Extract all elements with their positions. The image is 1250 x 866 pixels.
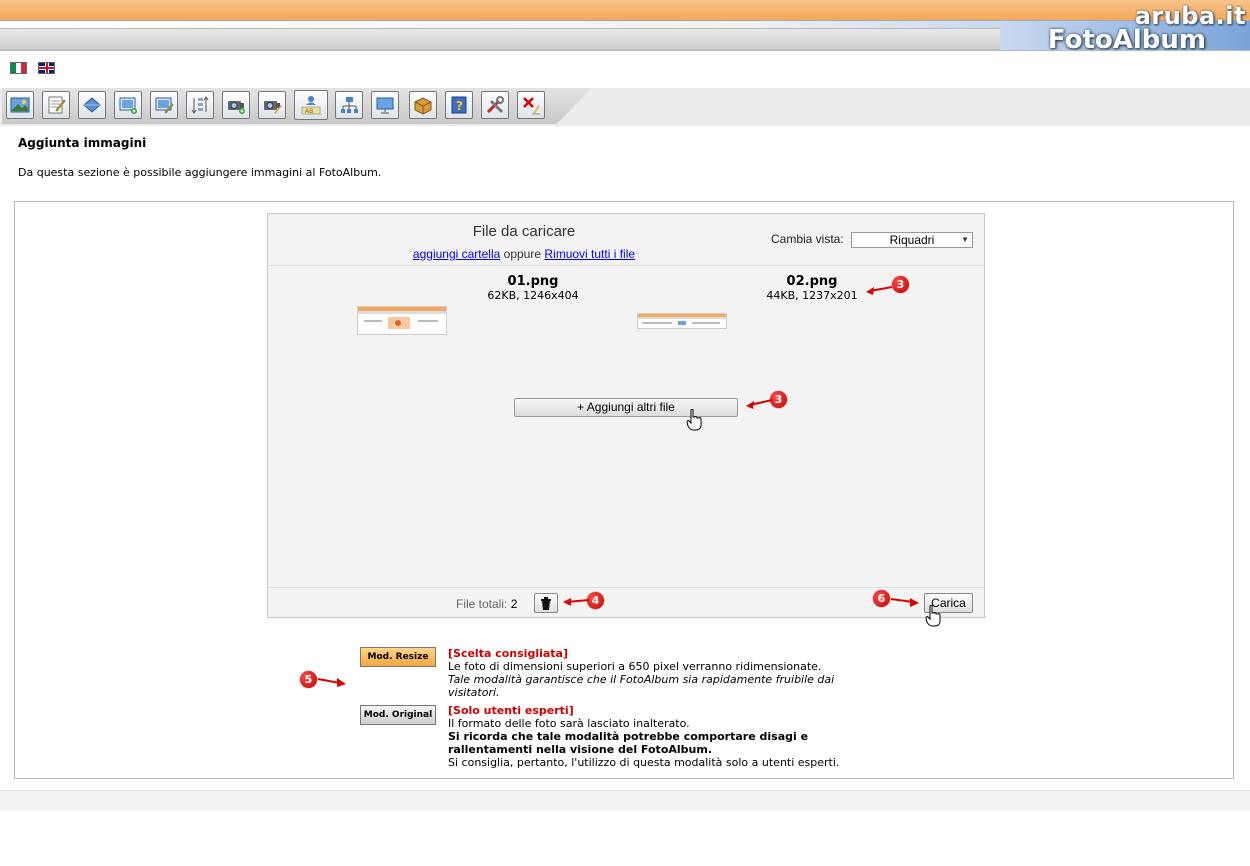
callout-badge: 3 xyxy=(892,276,909,293)
or-text: oppure xyxy=(500,247,545,261)
image-edit-icon[interactable] xyxy=(150,91,178,119)
monitor-icon[interactable] xyxy=(371,91,399,119)
view-select-value: Riquadri xyxy=(889,233,935,247)
delete-icon[interactable] xyxy=(517,91,545,119)
mode-original-button[interactable]: Mod. Original xyxy=(360,705,436,725)
mode-original-line1: Il formato delle foto sarà lasciato inal… xyxy=(448,717,690,730)
mode-original-line2: Si ricorda che tale modalità potrebbe co… xyxy=(448,730,809,756)
camera-add-icon[interactable] xyxy=(222,91,250,119)
mode-original-description: [Solo utenti esperti] Il formato delle f… xyxy=(448,704,868,769)
callout-arrow-icon xyxy=(317,678,346,687)
package-icon[interactable] xyxy=(409,91,437,119)
trash-icon xyxy=(541,596,551,610)
mode-resize-heading: [Scelta consigliata] xyxy=(448,647,568,660)
diamond-icon[interactable] xyxy=(78,91,106,119)
callout-arrow-icon xyxy=(866,286,893,295)
svg-text:?: ? xyxy=(456,99,463,113)
file-uploader: File da caricare aggiungi cartella oppur… xyxy=(267,213,985,618)
file-meta: 62KB, 1246x404 xyxy=(487,289,579,302)
page-title: Aggiunta immagini xyxy=(18,136,147,150)
callout-badge: 5 xyxy=(300,671,317,688)
camera-edit-icon[interactable] xyxy=(258,91,286,119)
view-label: Cambia vista: xyxy=(771,232,844,246)
file-thumbnail[interactable] xyxy=(357,306,447,335)
network-icon[interactable] xyxy=(335,91,363,119)
remove-all-link[interactable]: Rimuovi tutti i file xyxy=(544,247,635,261)
uploader-links: aggiungi cartella oppure Rimuovi tutti i… xyxy=(268,247,780,261)
mode-resize-button[interactable]: Mod. Resize xyxy=(360,647,436,667)
callout-badge: 6 xyxy=(873,590,890,607)
sort-icon[interactable] xyxy=(186,91,214,119)
uploader-header: File da caricare aggiungi cartella oppur… xyxy=(268,214,984,266)
view-select[interactable]: Riquadri ▼ xyxy=(851,232,973,248)
mode-original-line3: Si consiglia, pertanto, l'utilizzo di qu… xyxy=(448,756,840,769)
tools-icon[interactable] xyxy=(481,91,509,119)
header-divider xyxy=(0,50,1250,51)
mode-resize-line1: Le foto di dimensioni superiori a 650 pi… xyxy=(448,660,822,673)
total-files: File totali: 2 xyxy=(456,597,517,611)
total-files-label: File totali: xyxy=(456,597,508,611)
chevron-down-icon: ▼ xyxy=(961,235,969,244)
mode-original-heading: [Solo utenti esperti] xyxy=(448,704,574,717)
trash-button[interactable] xyxy=(534,593,558,613)
mode-resize-description: [Scelta consigliata] Le foto di dimensio… xyxy=(448,647,868,699)
file-item[interactable]: 01.png 62KB, 1246x404 xyxy=(433,274,633,302)
notepad-icon[interactable] xyxy=(42,91,70,119)
header-band xyxy=(0,28,1000,50)
italian-flag-icon[interactable] xyxy=(10,62,27,74)
help-icon[interactable]: ? xyxy=(445,91,473,119)
total-files-count: 2 xyxy=(510,597,518,611)
hand-cursor-icon xyxy=(686,409,702,431)
file-thumbnail[interactable] xyxy=(637,313,727,329)
page-description: Da questa sezione è possibile aggiungere… xyxy=(18,166,382,179)
hand-cursor-icon xyxy=(925,605,941,627)
callout-arrow-icon xyxy=(890,598,919,607)
callout-arrow-icon xyxy=(746,399,773,409)
callout-badge: 3 xyxy=(770,391,787,408)
callout-arrow-icon xyxy=(563,598,590,606)
image-add-icon[interactable] xyxy=(114,91,142,119)
top-gradient-bar xyxy=(0,0,1250,20)
uploader-title: File da caricare xyxy=(472,223,576,240)
british-flag-icon[interactable] xyxy=(38,62,55,74)
file-name: 01.png xyxy=(507,274,559,289)
photo-edit-icon[interactable] xyxy=(6,91,34,119)
add-folder-link[interactable]: aggiungi cartella xyxy=(413,247,500,261)
callout-badge: 4 xyxy=(587,592,604,609)
page-footer xyxy=(0,790,1250,811)
add-more-files-button[interactable]: + Aggiungi altri file xyxy=(514,398,738,417)
svg-text:AB: AB xyxy=(305,108,313,115)
users-icon[interactable]: AB xyxy=(294,90,328,120)
mode-resize-line2: Tale modalità garantisce che il FotoAlbu… xyxy=(448,673,835,699)
